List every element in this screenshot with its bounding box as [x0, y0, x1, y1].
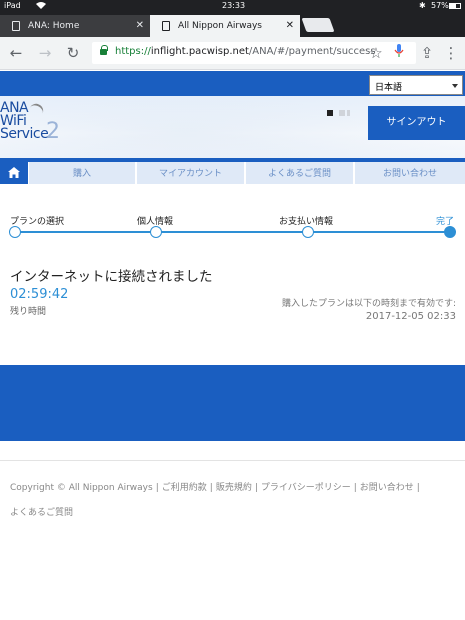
progress-line — [14, 231, 450, 233]
tab-all-nippon-airways[interactable]: All Nippon Airways ✕ — [150, 15, 300, 37]
valid-until-date: 2017-12-05 02:33 — [365, 311, 456, 322]
page-title: インターネットに接続されました — [10, 269, 213, 285]
nav-contact[interactable]: お問い合わせ — [355, 162, 465, 184]
carousel-dot[interactable] — [327, 110, 333, 116]
reload-icon[interactable]: ↻ — [64, 44, 82, 62]
device-name: iPad — [4, 1, 21, 10]
valid-until-note: 購入したプランは以下の時刻まで有効です: — [281, 299, 456, 309]
page-icon — [12, 21, 20, 31]
url-scheme: https:// — [115, 46, 151, 57]
new-tab-button[interactable] — [301, 18, 335, 32]
home-icon — [8, 167, 20, 178]
nav-my-account[interactable]: マイアカウント — [137, 162, 244, 184]
step-label-payment: お支払い情報 — [279, 217, 334, 227]
step-node-payment — [302, 226, 314, 238]
url-path: /ANA/#/payment/success — [248, 46, 376, 57]
step-node-personal — [150, 226, 162, 238]
menu-icon[interactable]: ⋮ — [442, 44, 460, 62]
url-text: https://inflight.pacwisp.net/ANA/#/payme… — [115, 46, 376, 57]
tab-title: All Nippon Airways — [178, 21, 262, 31]
back-arrow-icon[interactable]: ← — [7, 44, 25, 62]
browser-toolbar: ← → ↻ https://inflight.pacwisp.net/ANA/#… — [0, 37, 465, 70]
wifi-icon — [36, 1, 46, 11]
clock: 23:33 — [222, 1, 246, 10]
forward-arrow-icon[interactable]: → — [36, 44, 54, 62]
tab-ana-home[interactable]: ANA: Home ✕ — [0, 15, 150, 37]
footer-link-sales[interactable]: 販売規約 — [216, 483, 252, 493]
microphone-icon[interactable] — [390, 44, 408, 62]
logo-line3: Service — [0, 126, 49, 142]
step-node-complete — [444, 226, 456, 238]
battery-percent: 57% — [431, 1, 449, 10]
language-select[interactable]: 日本語 — [369, 75, 463, 95]
footer-link-contact[interactable]: お問い合わせ — [360, 483, 414, 493]
signout-button[interactable]: サインアウト — [368, 106, 465, 140]
step-node-plan — [9, 226, 21, 238]
carousel-dot[interactable] — [347, 110, 350, 116]
url-host: inflight.pacwisp.net — [150, 46, 249, 57]
copyright: Copyright © All Nippon Airways — [10, 483, 153, 493]
footer-link-faq[interactable]: よくあるご質問 — [10, 508, 73, 518]
footer-link-terms[interactable]: ご利用約款 — [162, 483, 207, 493]
footer-line2: よくあるご質問 — [10, 505, 73, 518]
nav-faq[interactable]: よくあるご質問 — [246, 162, 353, 184]
star-icon[interactable]: ☆ — [367, 44, 385, 62]
share-icon[interactable]: ⇪ — [418, 44, 436, 62]
time-remaining: 02:59:42 — [10, 287, 69, 302]
tab-strip: ANA: Home ✕ All Nippon Airways ✕ — [0, 12, 465, 37]
logo-version: 2 — [46, 119, 60, 144]
battery-icon — [449, 3, 461, 9]
main-nav: 購入 マイアカウント よくあるご質問 お問い合わせ — [0, 162, 465, 184]
home-button[interactable] — [0, 162, 28, 184]
language-value: 日本語 — [375, 83, 403, 93]
step-label-plan: プランの選択 — [10, 217, 65, 227]
footer-line1: Copyright © All Nippon Airways | ご利用約款 | 販売規… — [10, 483, 420, 493]
close-icon[interactable]: ✕ — [136, 15, 144, 37]
footer-divider — [0, 460, 465, 461]
content-banner — [0, 365, 465, 441]
page-icon — [162, 21, 170, 31]
close-icon[interactable]: ✕ — [286, 15, 294, 37]
bluetooth-icon: ✱ — [419, 1, 426, 10]
status-bar: iPad 23:33 ✱ 57% — [0, 0, 465, 12]
lock-icon — [100, 45, 108, 55]
carousel-dot[interactable] — [339, 110, 345, 116]
chevron-down-icon — [452, 84, 458, 88]
time-remaining-label: 残り時間 — [10, 307, 47, 317]
nav-purchase[interactable]: 購入 — [29, 162, 135, 184]
footer-link-privacy[interactable]: プライバシーポリシー — [261, 483, 351, 493]
step-label-complete: 完了 — [436, 217, 455, 227]
tab-title: ANA: Home — [28, 21, 80, 31]
